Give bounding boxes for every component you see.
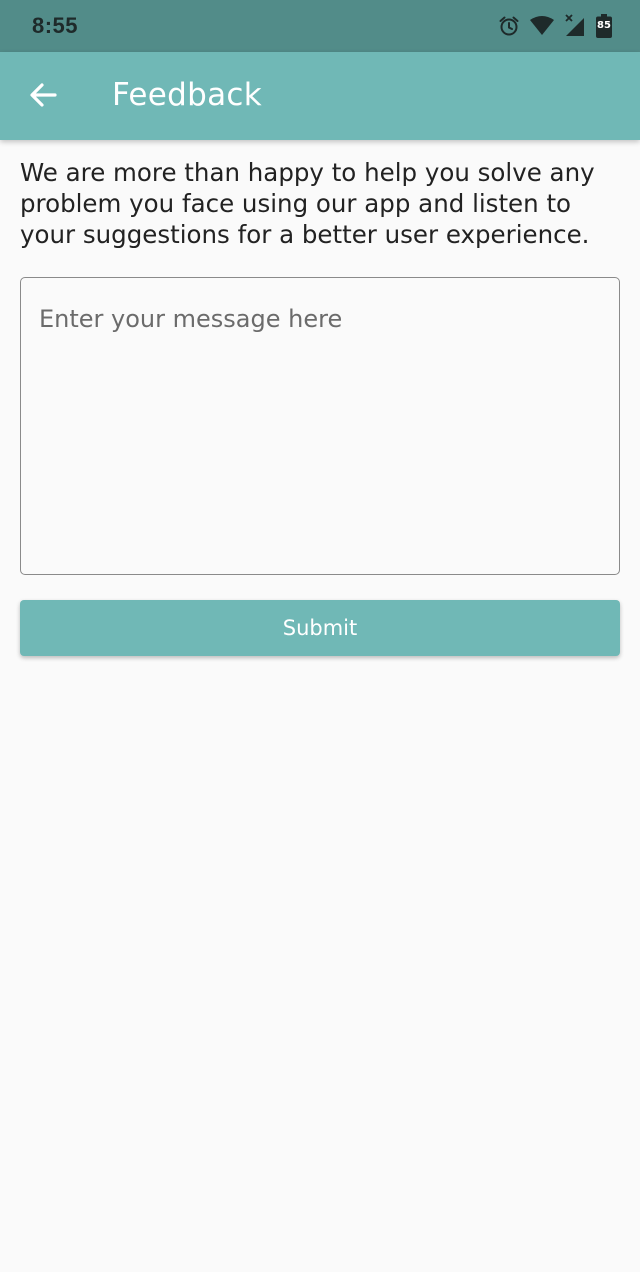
status-icons: 85 xyxy=(498,14,612,38)
status-time: 8:55 xyxy=(32,13,79,38)
arrow-left-icon xyxy=(29,82,57,113)
status-bar: 8:55 85 xyxy=(0,0,640,52)
app-bar: Feedback xyxy=(0,52,640,140)
wifi-icon xyxy=(530,16,554,36)
cellular-signal-icon xyxy=(564,14,586,38)
intro-text: We are more than happy to help you solve… xyxy=(20,158,595,249)
submit-button[interactable]: Submit xyxy=(20,600,620,656)
battery-level: 85 xyxy=(597,20,611,31)
message-input[interactable] xyxy=(21,278,619,574)
battery-icon: 85 xyxy=(596,14,612,38)
alarm-icon xyxy=(498,15,520,37)
back-button[interactable] xyxy=(22,76,64,118)
message-box xyxy=(20,277,620,575)
page-title: Feedback xyxy=(112,77,263,113)
